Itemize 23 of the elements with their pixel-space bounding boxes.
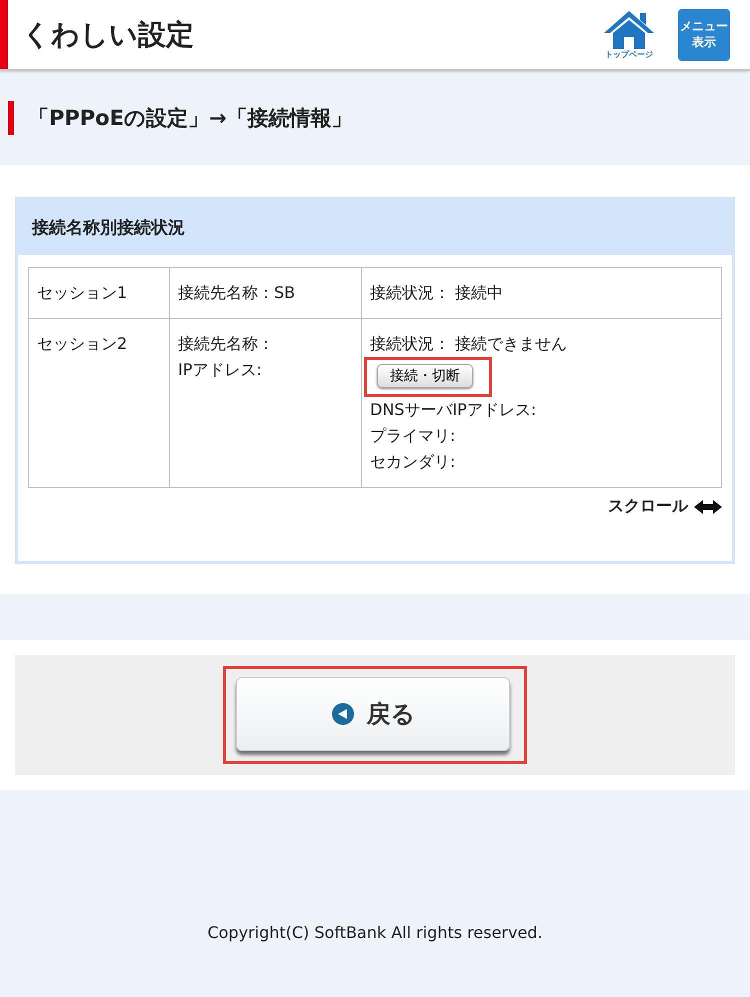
home-label[interactable]: トップページ	[605, 49, 653, 60]
cell-text: 接続状況： 接続中	[370, 282, 504, 304]
left-right-arrow-icon	[694, 500, 722, 514]
cell-text: プライマリ:	[370, 425, 456, 447]
cell-text: IPアドレス:	[178, 359, 263, 381]
panel-title: 接続名称別接続状況	[18, 200, 732, 255]
page-title: くわしい設定	[22, 16, 195, 52]
section-heading: 「PPPoEの設定」→「接続情報」	[28, 105, 353, 132]
cell-text: セッション2	[37, 333, 128, 355]
accent-bar	[0, 0, 8, 69]
home-icon[interactable]	[602, 9, 656, 49]
scroll-hint: スクロール	[608, 496, 688, 517]
cell-text: 接続状況： 接続できません	[370, 333, 568, 355]
accent-bar	[8, 101, 14, 135]
back-button[interactable]: 戻る	[236, 677, 510, 751]
menu-button[interactable]: メニュー表示	[678, 8, 730, 60]
cell-text: セッション1	[37, 282, 128, 304]
cell-text: 接続先名称：	[178, 333, 275, 355]
cell-text: 接続先名称：SB	[178, 282, 296, 304]
copyright: Copyright(C) SoftBank All rights reserved.	[207, 923, 543, 942]
connect-disconnect-button[interactable]: 接続・切断	[377, 364, 473, 388]
cell-text: DNSサーバIPアドレス:	[370, 399, 538, 421]
cell-text: セカンダリ:	[370, 451, 456, 473]
